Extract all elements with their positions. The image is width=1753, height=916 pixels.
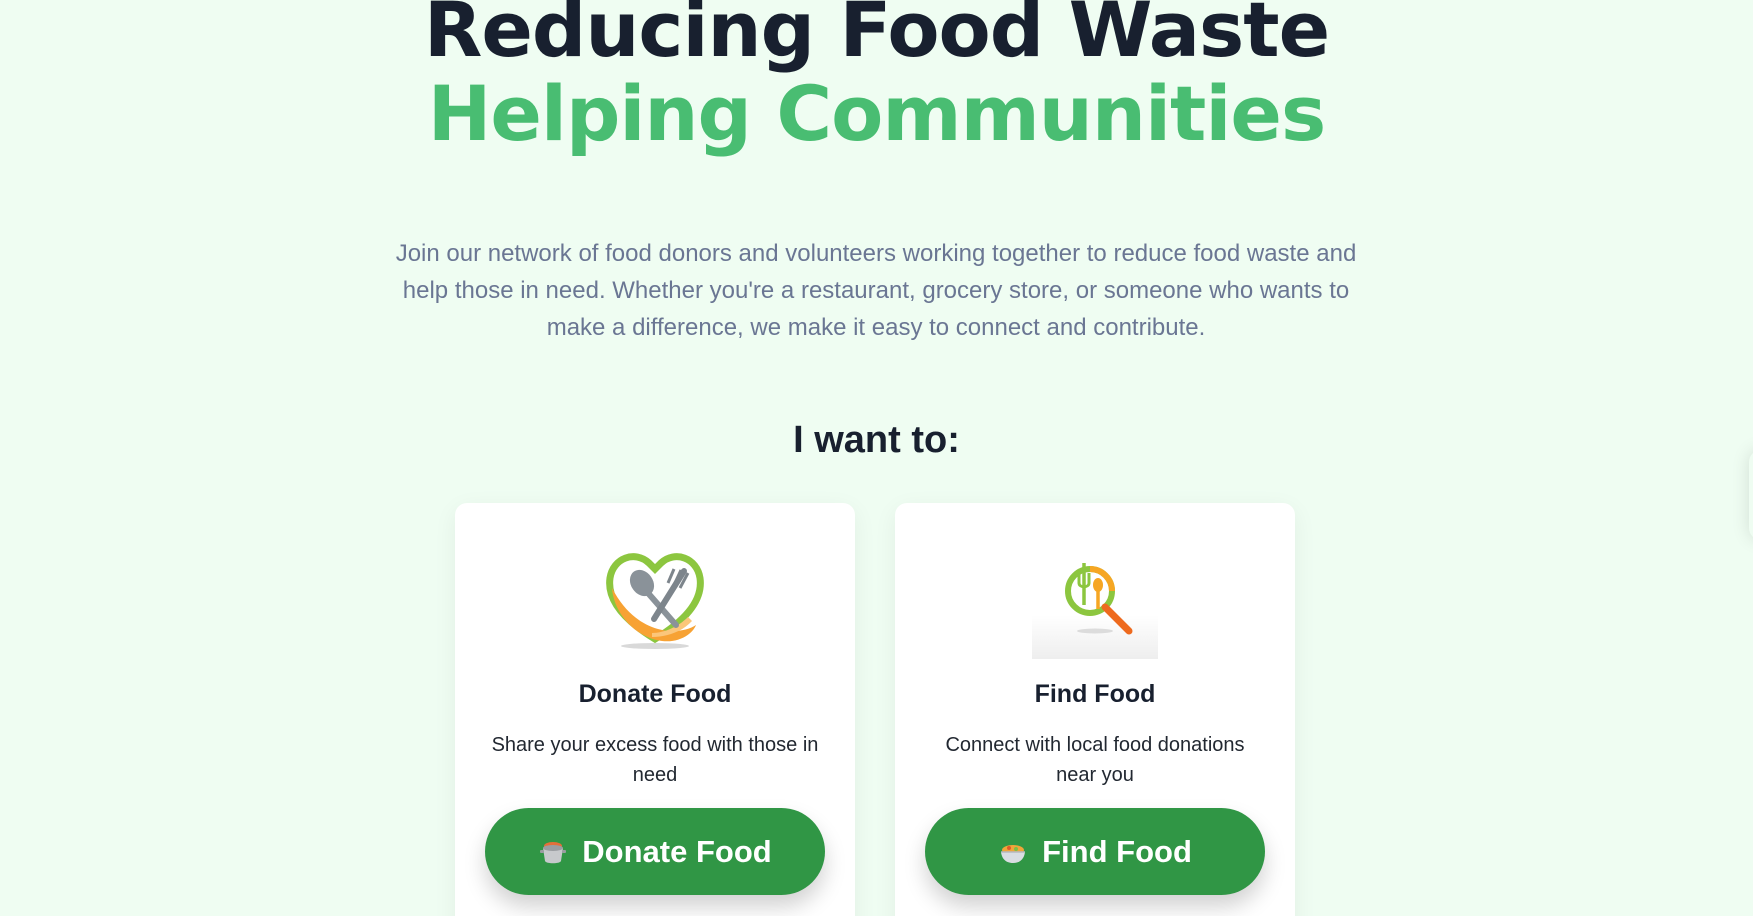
hero-title: Reducing Food Waste Helping Communities (0, 0, 1753, 156)
choice-heading: I want to: (793, 419, 960, 461)
find-food-card: Find Food Connect with local food donati… (895, 503, 1295, 916)
find-card-description: Connect with local food donations near y… (945, 734, 1245, 786)
donate-food-button-label: Donate Food (582, 833, 772, 869)
food-bowl-icon (998, 837, 1028, 867)
donate-card-title: Donate Food (578, 680, 732, 708)
hero-title-line2: Helping Communities (427, 69, 1326, 158)
donate-card-description: Share your excess food with those in nee… (491, 734, 819, 786)
donate-food-button[interactable]: Donate Food (485, 808, 825, 895)
intro-text: Join our network of food donors and volu… (395, 240, 1357, 341)
magnifier-fork-logo-icon (1032, 533, 1158, 659)
find-card-title: Find Food (1034, 680, 1156, 708)
edge-widget (1749, 450, 1753, 540)
donate-food-card: Donate Food Share your excess food with … (455, 503, 855, 916)
find-food-button-label: Find Food (1042, 833, 1192, 869)
heart-hand-logo-icon (592, 533, 718, 659)
cooking-pot-icon (538, 837, 568, 867)
hero-title-line1: Reducing Food Waste (423, 0, 1330, 74)
find-food-button[interactable]: Find Food (925, 808, 1265, 895)
landing-page: Reducing Food Waste Helping Communities … (0, 0, 1753, 916)
